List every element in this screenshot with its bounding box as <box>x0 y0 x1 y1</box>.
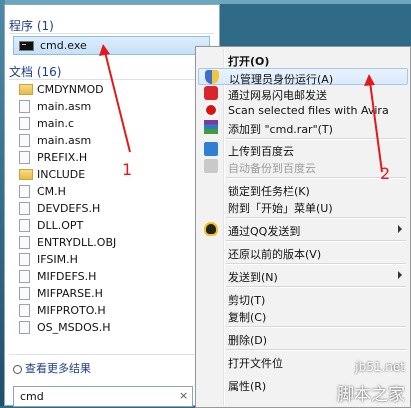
annotation-arrows <box>99 44 383 173</box>
arrow-2 <box>369 81 383 173</box>
annotation-label-2: 2 <box>380 164 391 183</box>
annotation-label-1: 1 <box>122 160 133 179</box>
arrow-2-head <box>364 74 375 86</box>
arrow-1-head <box>99 44 110 56</box>
arrow-1 <box>104 51 131 153</box>
watermark-site: jb51.net <box>355 360 405 374</box>
watermark-brand: 脚本之家 <box>337 385 405 405</box>
